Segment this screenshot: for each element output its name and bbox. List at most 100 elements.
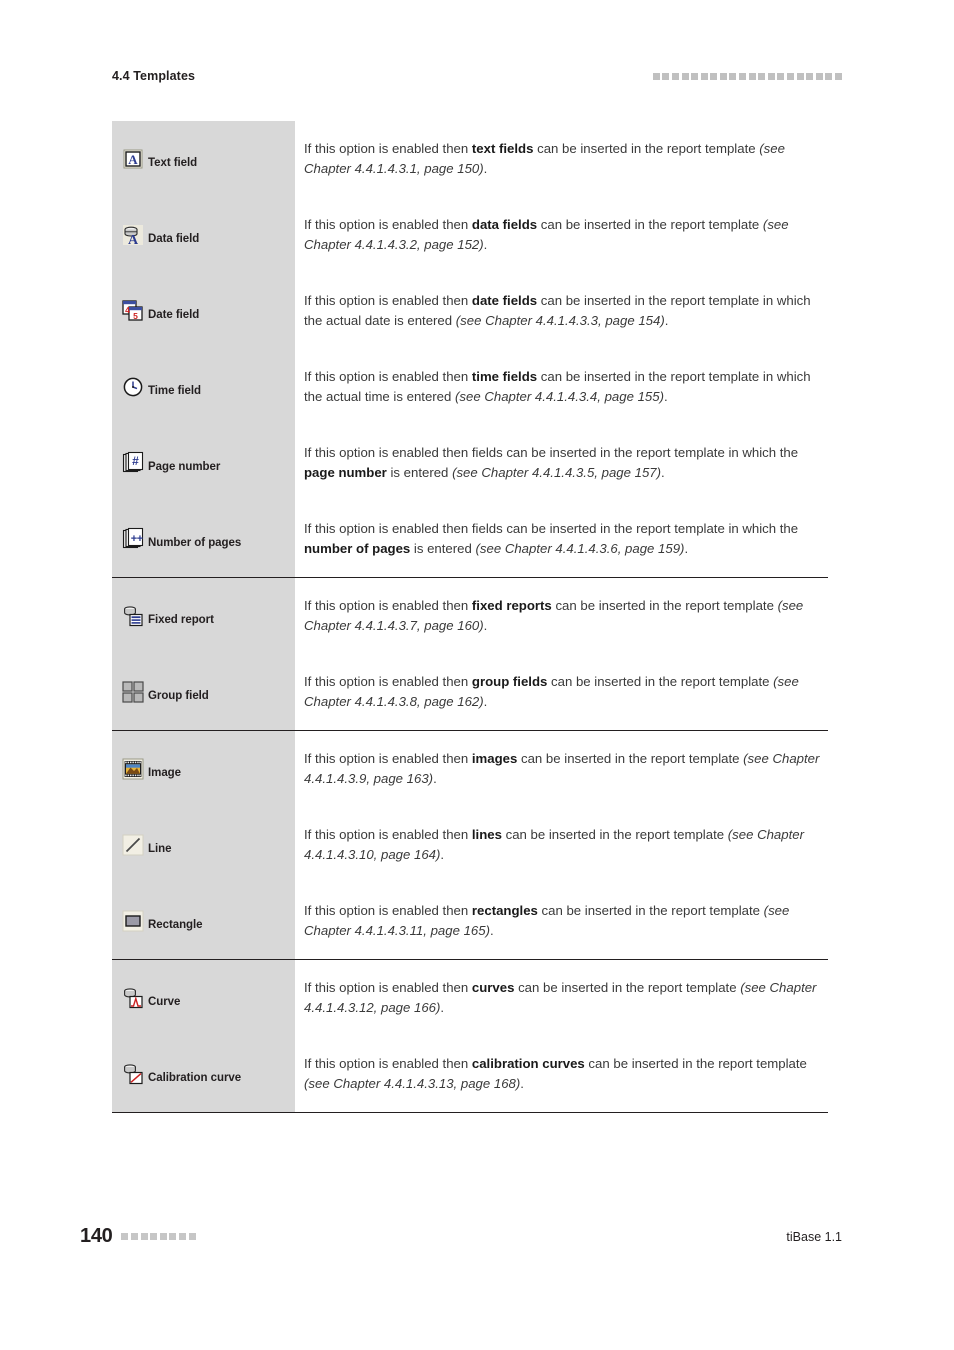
description-fragment: If this option is enabled then [304, 293, 472, 308]
svg-text:+: + [137, 533, 143, 545]
marker-square [150, 1233, 158, 1240]
element-description: If this option is enabled then date fiel… [304, 291, 828, 331]
element-name-cell: Line [112, 807, 295, 883]
marker-square [796, 72, 804, 80]
element-description: If this option is enabled then group fie… [304, 672, 828, 712]
description-fragment: is entered [386, 465, 453, 480]
marker-square [671, 72, 679, 80]
icon-label-group: Curve [121, 986, 180, 1010]
element-label: Line [148, 843, 172, 855]
element-label: Rectangle [148, 919, 203, 931]
element-description: If this option is enabled then time fiel… [304, 367, 828, 407]
description-fragment: rectangles [471, 903, 538, 918]
marker-square [825, 72, 833, 80]
description-fragment: If this option is enabled then [304, 598, 472, 613]
description-fragment: If this option is enabled then fields ca… [304, 521, 799, 536]
description-fragment: If this option is enabled then [304, 751, 472, 766]
marker-square [806, 72, 814, 80]
element-description-cell: If this option is enabled then time fiel… [295, 349, 828, 425]
element-name-cell: Image [112, 731, 295, 807]
marker-square [188, 1233, 196, 1240]
element-name-cell: Curve [112, 960, 295, 1036]
element-name-cell: Calibration curve [112, 1036, 295, 1112]
description-fragment: If this option is enabled then [304, 980, 472, 995]
table-row: Calibration curve If this option is enabl… [112, 1036, 828, 1112]
description-fragment: can be inserted in the report tem­plate [551, 598, 778, 613]
description-fragment: (see Chapter 4.4.1.4.3.3, page 154) [455, 313, 665, 328]
marker-square [159, 1233, 167, 1240]
table-row: Time field If this option is enabled then… [112, 349, 828, 425]
description-fragment: (see Chapter 4.4.1.4.3.6, page 159) [475, 541, 685, 556]
marker-square [767, 72, 775, 80]
element-description-cell: If this option is enabled then group fie… [295, 654, 828, 730]
icon-label-group: Calibration curve [121, 1062, 241, 1086]
marker-square [748, 72, 756, 80]
element-description: If this option is enabled then lines can… [304, 825, 828, 865]
curve-icon [121, 986, 145, 1010]
element-description-cell: If this option is enabled then images ca… [295, 731, 828, 807]
description-fragment: . [489, 923, 494, 938]
element-label: Number of pages [148, 537, 242, 549]
element-description-cell: If this option is enabled then lines can… [295, 807, 828, 883]
marker-square [662, 72, 670, 80]
icon-label-group: Time field [121, 375, 201, 399]
element-description: If this option is enabled then calibrati… [304, 1054, 828, 1094]
element-description: If this option is enabled then curves ca… [304, 978, 828, 1018]
time-field-icon [121, 375, 145, 399]
element-label: Image [148, 767, 181, 779]
table-row: 4 5 Date field If this option is enabled … [112, 273, 828, 349]
description-fragment: calibration curves [471, 1056, 585, 1071]
icon-label-group: Group field [121, 680, 209, 704]
description-fragment: . [440, 1000, 445, 1015]
description-fragment: can be inserted in the report template [537, 217, 763, 232]
description-fragment: . [520, 1076, 524, 1091]
marker-square [777, 72, 785, 80]
element-description-cell: If this option is enabled then text fiel… [295, 121, 828, 197]
header-marker-squares [652, 72, 842, 80]
description-fragment: is entered [410, 541, 476, 556]
marker-square [729, 72, 737, 80]
description-fragment: group fields [471, 674, 548, 689]
table-row: # Page number If this option is enabled t… [112, 425, 828, 501]
footer-marker-squares [121, 1233, 196, 1240]
rectangle-icon [121, 909, 145, 933]
element-label: Curve [148, 996, 181, 1008]
marker-square [758, 72, 766, 80]
data-field-icon: A [121, 223, 145, 247]
element-name-cell: Fixed report [112, 578, 295, 654]
element-name-cell: Time field [112, 349, 295, 425]
element-description: If this option is enabled then text fiel… [304, 139, 828, 179]
element-description: If this option is enabled then data fiel… [304, 215, 828, 255]
description-fragment: If this option is enabled then [304, 674, 472, 689]
table-row: A Text field If this option is enabled th… [112, 121, 828, 197]
element-label: Date field [148, 309, 200, 321]
svg-text:5: 5 [133, 311, 138, 321]
description-fragment: images [471, 751, 518, 766]
element-description: If this option is enabled then rectangle… [304, 901, 828, 941]
line-icon [121, 833, 145, 857]
description-fragment: . [663, 389, 668, 404]
element-label: Group field [148, 690, 209, 702]
marker-square [681, 72, 689, 80]
element-description-cell: If this option is enabled then calibrati… [295, 1036, 828, 1112]
table-row: Group field If this option is enabled the… [112, 654, 828, 730]
table-group: Curve If this option is enabled then curv… [112, 960, 828, 1113]
element-name-cell: Rectangle [112, 883, 295, 959]
description-fragment: text fields [471, 141, 534, 156]
description-fragment: If this option is enabled then [304, 369, 472, 384]
description-fragment: page number [304, 465, 387, 480]
description-fragment: . [661, 465, 665, 480]
element-name-cell: 4 5 Date field [112, 273, 295, 349]
product-name: tiBase 1.1 [786, 1229, 842, 1244]
text-field-icon: A [121, 147, 145, 171]
marker-square [739, 72, 747, 80]
description-fragment: If this option is enabled then fields ca… [304, 445, 799, 460]
description-fragment: can be inserted in the report tem­plate [547, 674, 774, 689]
description-fragment: can be inserted in the report template [517, 751, 744, 766]
template-elements-table: A Text field If this option is enabled th… [112, 121, 828, 1113]
table-group: Fixed report If this option is enabled th… [112, 578, 828, 731]
svg-text:A: A [128, 233, 139, 247]
description-fragment: If this option is enabled then [304, 827, 472, 842]
number-of-pages-icon: + + [121, 527, 145, 551]
description-fragment: number of pages [304, 541, 411, 556]
